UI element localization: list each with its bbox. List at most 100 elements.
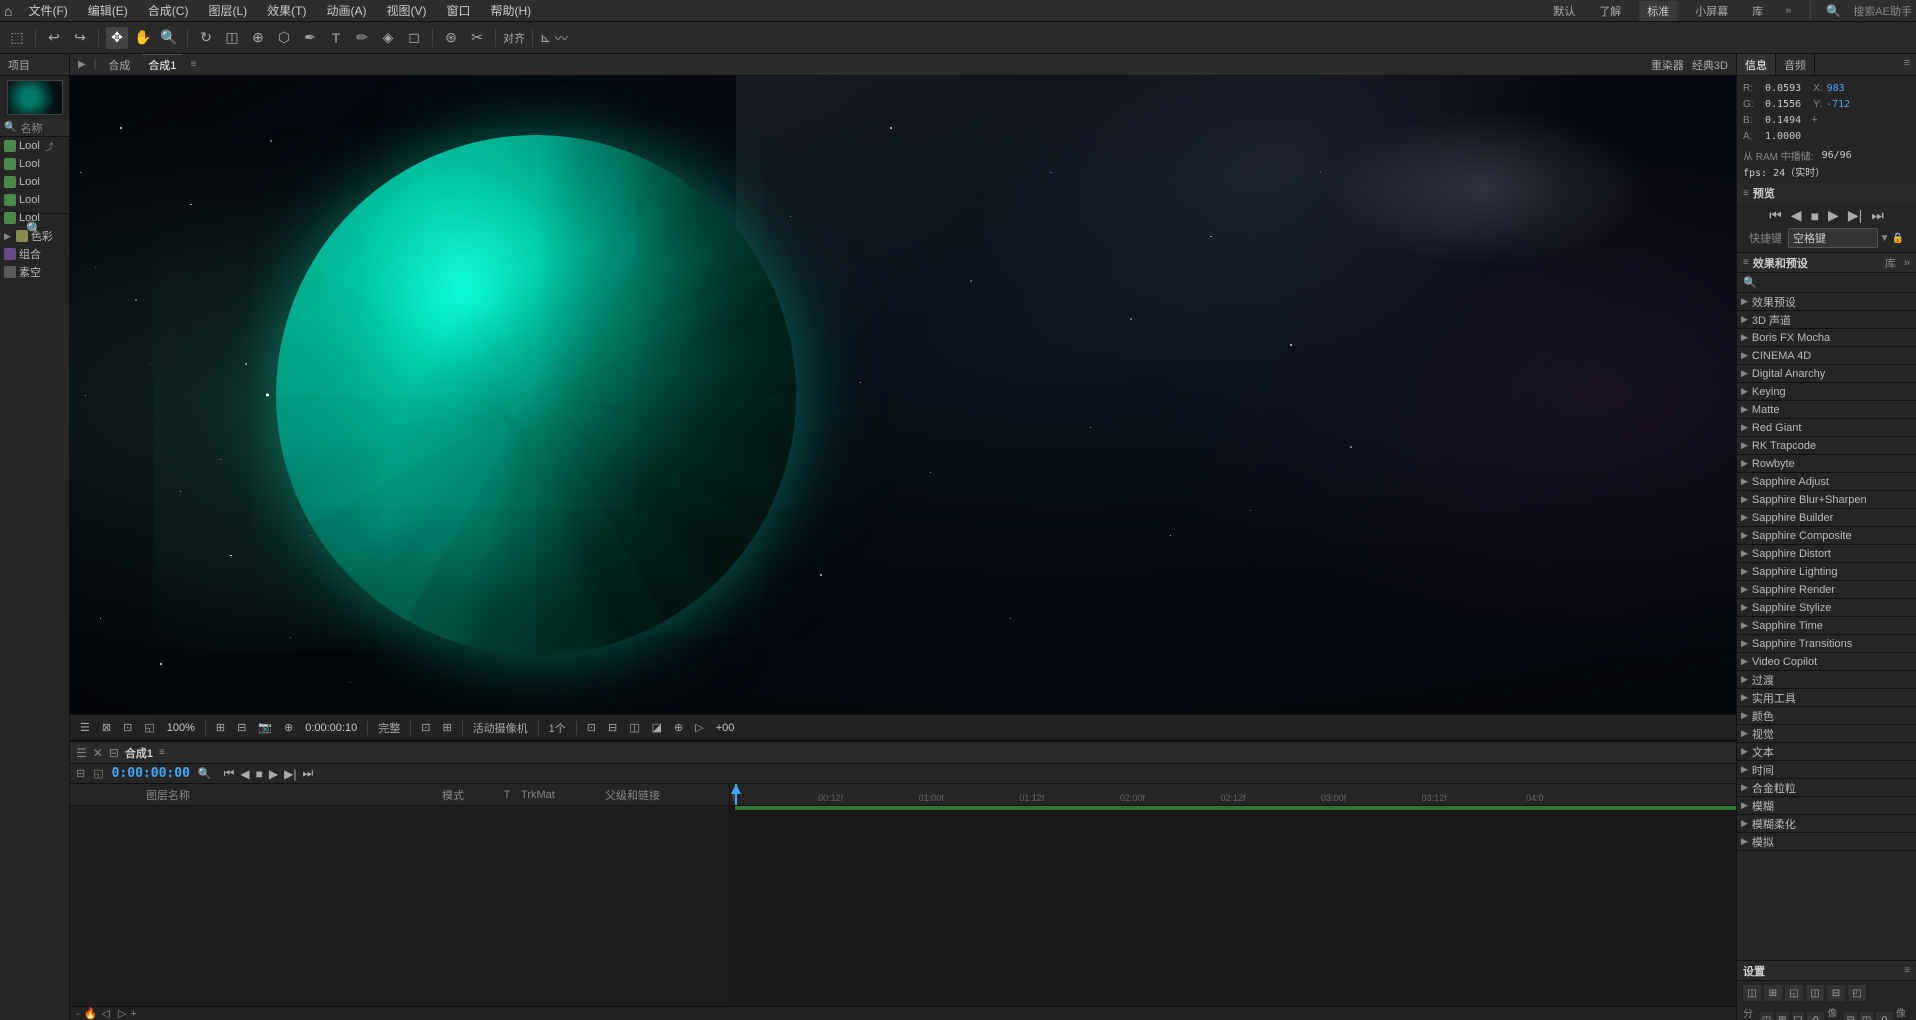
effect-category-27[interactable]: ▶合金粒粒	[1737, 779, 1916, 797]
effect-category-15[interactable]: ▶Sapphire Lighting	[1737, 563, 1916, 581]
pixel-ratio-btn[interactable]: ⊟	[233, 719, 250, 736]
project-item-2[interactable]: Lool	[0, 155, 69, 173]
align-left-btn[interactable]: ◫	[1743, 985, 1761, 1001]
prev-stop[interactable]: ■	[1808, 208, 1822, 224]
tl-time-display[interactable]: 0:00:00:00	[112, 766, 190, 781]
anchor-tool[interactable]: ⊕	[247, 27, 269, 49]
dist-bottom-btn[interactable]: ◰	[1860, 1012, 1873, 1020]
snapshot-btn[interactable]: ⊡	[119, 719, 136, 736]
timeline-close-icon[interactable]: ✕	[93, 746, 103, 760]
effect-category-2[interactable]: ▶Boris FX Mocha	[1737, 329, 1916, 347]
dist-num[interactable]: 0	[1807, 1012, 1824, 1020]
tl-time-stretch-right[interactable]: ▷	[118, 1007, 126, 1020]
playhead[interactable]	[735, 784, 737, 805]
dist-right-btn[interactable]: ◱	[1792, 1012, 1805, 1020]
align-center-h-btn[interactable]: ⊞	[1764, 985, 1782, 1001]
tl-play-stop[interactable]: ■	[256, 767, 263, 781]
selection-tool[interactable]: ✥	[106, 27, 128, 49]
clone-tool[interactable]: ◈	[377, 27, 399, 49]
zoom-tool[interactable]: 🔍	[158, 27, 180, 49]
align-center-v-btn[interactable]: ⊟	[1827, 985, 1845, 1001]
effect-category-21[interactable]: ▶过渡	[1737, 671, 1916, 689]
menu-item-comp[interactable]: 合成(C)	[144, 0, 193, 21]
tab-panel-menu[interactable]: ≡	[1898, 54, 1916, 75]
align-top-btn[interactable]: ◫	[1806, 985, 1824, 1001]
tl-play-next[interactable]: ▶|	[284, 767, 296, 781]
timeline-panel-icon[interactable]: ☰	[76, 746, 87, 760]
effect-category-28[interactable]: ▶模糊	[1737, 797, 1916, 815]
menu-item-help[interactable]: 帮助(H)	[486, 0, 535, 21]
hand-tool[interactable]: ✋	[132, 27, 154, 49]
effect-category-14[interactable]: ▶Sapphire Distort	[1737, 545, 1916, 563]
menu-item-effects[interactable]: 效果(T)	[263, 0, 310, 21]
effect-category-24[interactable]: ▶视觉	[1737, 725, 1916, 743]
prev-next[interactable]: ▶|	[1845, 207, 1865, 224]
fit-comp-btn[interactable]: ⊞	[212, 719, 229, 736]
panel-menu-btn[interactable]: ☰	[76, 719, 94, 736]
roto-tool[interactable]: ⊛	[440, 27, 462, 49]
menu-item-layer[interactable]: 图层(L)	[204, 0, 251, 21]
tl-controls-icon[interactable]: ⊟	[76, 767, 85, 780]
effect-category-25[interactable]: ▶文本	[1737, 743, 1916, 761]
search-sidebar-btn[interactable]: 🔍	[24, 218, 46, 240]
prev-back[interactable]: ◀	[1788, 207, 1805, 224]
pen-tool[interactable]: ✒	[299, 27, 321, 49]
effect-category-29[interactable]: ▶模糊柔化	[1737, 815, 1916, 833]
effect-category-3[interactable]: ▶CINEMA 4D	[1737, 347, 1916, 365]
camera-select[interactable]: 活动摄像机	[469, 718, 532, 738]
small-screen-btn[interactable]: 小屏幕	[1689, 1, 1734, 21]
tl-play-first[interactable]: ⏮	[224, 766, 235, 781]
project-item-1[interactable]: Lool ⤴	[0, 137, 69, 155]
standard-btn[interactable]: 标准	[1639, 1, 1677, 21]
effect-category-9[interactable]: ▶Rowbyte	[1737, 455, 1916, 473]
comp-expand-icon[interactable]: ▶	[78, 59, 86, 70]
effects-menu[interactable]: »	[1904, 257, 1910, 269]
new-comp-btn[interactable]: ⬚	[6, 27, 28, 49]
render-tab[interactable]: 重染器	[1651, 57, 1684, 73]
menu-item-view[interactable]: 视图(V)	[382, 0, 430, 21]
motion-sketch-icon[interactable]: 〰	[555, 28, 568, 47]
tab-audio[interactable]: 音频	[1776, 54, 1815, 75]
effect-category-8[interactable]: ▶RK Trapcode	[1737, 437, 1916, 455]
menu-item-animation[interactable]: 动画(A)	[322, 0, 370, 21]
effect-category-30[interactable]: ▶模拟	[1737, 833, 1916, 851]
dist-v-btn[interactable]: ⊟	[1844, 1012, 1857, 1020]
eraser-tool[interactable]: ◻	[403, 27, 425, 49]
tl-time-stretch[interactable]: ◁	[101, 1007, 109, 1020]
effect-category-18[interactable]: ▶Sapphire Time	[1737, 617, 1916, 635]
reset-btn[interactable]: 默认	[1547, 1, 1581, 21]
text-tool[interactable]: T	[325, 27, 347, 49]
effect-category-0[interactable]: ▶效果预设	[1737, 293, 1916, 311]
search-ae-input[interactable]: 搜索AE助手	[1853, 3, 1912, 19]
tl-play-prev[interactable]: ◀	[240, 767, 249, 781]
comp-menu-icon[interactable]: ≡	[190, 59, 196, 70]
dist-left-btn[interactable]: ◫	[1760, 1012, 1773, 1020]
prev-first[interactable]: ⏮	[1766, 207, 1785, 224]
effect-category-5[interactable]: ▶Keying	[1737, 383, 1916, 401]
shortcut-lock-icon[interactable]: 🔒	[1892, 233, 1904, 244]
comp-tab-name[interactable]: 合成1	[142, 54, 182, 75]
shortcut-dropdown[interactable]: 空格键	[1788, 228, 1878, 248]
tl-play-last[interactable]: ⏭	[303, 766, 314, 781]
timeline-more-icon[interactable]: ⊟	[109, 746, 119, 760]
redo-btn[interactable]: ↪	[69, 27, 91, 49]
project-item-4[interactable]: Lool	[0, 191, 69, 209]
project-item-3[interactable]: Lool	[0, 173, 69, 191]
effects-search-input[interactable]	[1761, 277, 1910, 289]
effect-category-26[interactable]: ▶时间	[1737, 761, 1916, 779]
effect-category-19[interactable]: ▶Sapphire Transitions	[1737, 635, 1916, 653]
effect-category-11[interactable]: ▶Sapphire Blur+Sharpen	[1737, 491, 1916, 509]
snapping-icon[interactable]: ⊾	[540, 30, 551, 46]
effect-category-1[interactable]: ▶3D 声道	[1737, 311, 1916, 329]
prev-play[interactable]: ▶	[1825, 207, 1842, 224]
align-bottom-btn[interactable]: ◰	[1848, 985, 1866, 1001]
dist-h-btn[interactable]: ⊞	[1776, 1012, 1789, 1020]
zoom-value[interactable]: 100%	[163, 722, 199, 734]
work-area-bar[interactable]	[735, 806, 1736, 810]
prev-last[interactable]: ⏭	[1868, 207, 1887, 224]
full-res-btn[interactable]: 完整	[374, 718, 404, 738]
transparency-btn[interactable]: ◪	[648, 719, 666, 736]
comp-flow-btn[interactable]: ⊡	[583, 719, 600, 736]
library-btn[interactable]: 库	[1746, 1, 1769, 21]
pixel-aspect-btn[interactable]: ⊕	[670, 719, 687, 736]
